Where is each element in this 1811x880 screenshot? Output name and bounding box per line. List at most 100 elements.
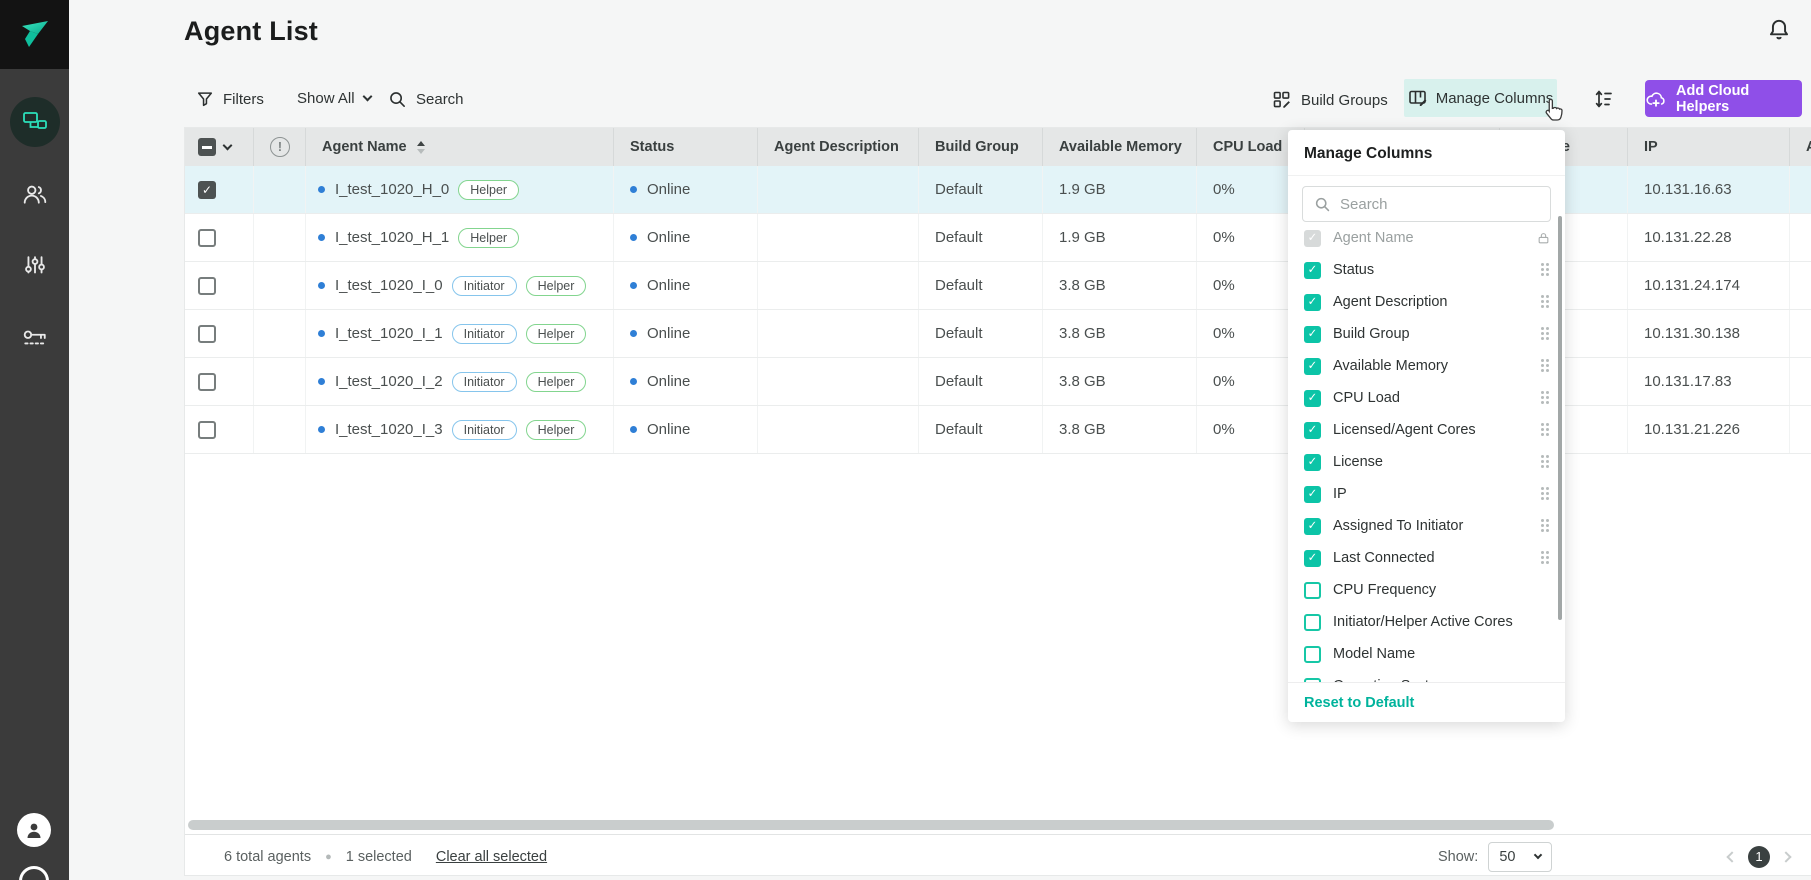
column-checkbox[interactable]: ✓ (1304, 262, 1321, 279)
column-checkbox[interactable]: ✓ (1304, 518, 1321, 535)
drag-handle-icon[interactable] (1541, 551, 1550, 565)
user-avatar[interactable] (17, 813, 51, 847)
drag-handle-icon[interactable] (1541, 519, 1550, 533)
drag-handle-icon[interactable] (1541, 423, 1550, 437)
column-toggle-item[interactable]: Model Name (1288, 638, 1565, 670)
column-checkbox[interactable]: ✓ (1304, 422, 1321, 439)
column-toggle-item[interactable]: Initiator/Helper Active Cores (1288, 606, 1565, 638)
column-toggle-item[interactable]: ✓Assigned To Initiator (1288, 510, 1565, 542)
column-checkbox[interactable] (1304, 582, 1321, 599)
column-checkbox[interactable]: ✓ (1304, 486, 1321, 503)
column-checkbox[interactable]: ✓ (1304, 454, 1321, 471)
column-checkbox[interactable]: ✓ (1304, 326, 1321, 343)
cell-ip: 10.131.24.174 (1644, 277, 1740, 294)
column-checkbox[interactable] (1304, 614, 1321, 631)
cell-cpu: 0% (1213, 373, 1235, 390)
build-groups-button[interactable]: Build Groups (1272, 90, 1388, 110)
drag-handle-icon[interactable] (1541, 359, 1550, 373)
col-header-assigned[interactable]: Assigned To Initiator (1790, 128, 1811, 166)
drag-handle-icon[interactable] (1541, 487, 1550, 501)
column-toggle-item[interactable]: ✓License (1288, 446, 1565, 478)
table-body: ✓I_test_1020_H_0HelperOnlineDefault1.9 G… (185, 166, 1811, 454)
show-all-dropdown[interactable]: Show All (297, 90, 371, 107)
table-row[interactable]: I_test_1020_I_3InitiatorHelperOnlineDefa… (185, 406, 1811, 454)
column-toggle-item[interactable]: CPU Frequency (1288, 574, 1565, 606)
cell-ip: 10.131.22.28 (1644, 229, 1732, 246)
table-row[interactable]: I_test_1020_I_2InitiatorHelperOnlineDefa… (185, 358, 1811, 406)
select-menu-chevron-icon[interactable] (223, 140, 233, 150)
sidebar-item-license[interactable] (0, 310, 69, 366)
column-checkbox[interactable]: ✓ (1304, 358, 1321, 375)
agent-table: ! Agent NameStatusAgent DescriptionBuild … (184, 127, 1811, 876)
search-button[interactable]: Search (388, 90, 464, 109)
add-cloud-helpers-button[interactable]: Add Cloud Helpers (1645, 80, 1802, 117)
column-checkbox[interactable]: ✓ (1304, 550, 1321, 567)
col-header-status[interactable]: Status (614, 128, 758, 166)
drag-handle-icon[interactable] (1541, 295, 1550, 309)
page-size-select[interactable]: 50 (1488, 842, 1552, 872)
column-checkbox[interactable] (1304, 646, 1321, 663)
sort-carets-icon[interactable] (417, 141, 425, 154)
table-row[interactable]: I_test_1020_I_1InitiatorHelperOnlineDefa… (185, 310, 1811, 358)
sort-order-button[interactable] (1592, 87, 1616, 111)
next-page-button[interactable] (1780, 851, 1791, 862)
filters-label: Filters (223, 91, 264, 108)
cell-memory: 3.8 GB (1059, 421, 1106, 438)
column-toggle-item[interactable]: ✓Agent Description (1288, 286, 1565, 318)
table-row[interactable]: I_test_1020_I_0InitiatorHelperOnlineDefa… (185, 262, 1811, 310)
drag-handle-icon[interactable] (1541, 455, 1550, 469)
column-toggle-item[interactable]: Operating System (1288, 670, 1565, 682)
manage-columns-panel: Manage Columns Search ✓Agent Name✓Status… (1288, 130, 1565, 722)
row-checkbox[interactable] (198, 229, 216, 247)
row-checkbox[interactable] (198, 373, 216, 391)
row-checkbox[interactable]: ✓ (198, 181, 216, 199)
drag-handle-icon[interactable] (1541, 391, 1550, 405)
col-header-name[interactable]: Agent Name (306, 128, 614, 166)
col-header-memory[interactable]: Available Memory (1043, 128, 1197, 166)
drag-handle-icon[interactable] (1541, 327, 1550, 341)
col-header-ip[interactable]: IP (1628, 128, 1790, 166)
show-all-label: Show All (297, 90, 355, 107)
notifications-button[interactable] (1766, 17, 1792, 43)
horizontal-scrollbar[interactable] (188, 820, 1554, 830)
sidebar-item-settings[interactable] (0, 239, 69, 295)
previous-page-button[interactable] (1726, 851, 1737, 862)
table-row[interactable]: ✓I_test_1020_H_0HelperOnlineDefault1.9 G… (185, 166, 1811, 214)
column-toggle-item[interactable]: ✓Licensed/Agent Cores (1288, 414, 1565, 446)
manage-columns-button[interactable]: Manage Columns (1404, 79, 1557, 117)
col-header-select[interactable] (185, 128, 254, 166)
column-toggle-item[interactable]: ✓IP (1288, 478, 1565, 510)
column-list: ✓Agent Name✓Status✓Agent Description✓Bui… (1288, 222, 1565, 682)
help-icon-partial[interactable] (19, 866, 49, 880)
column-toggle-item[interactable]: ✓Build Group (1288, 318, 1565, 350)
filters-button[interactable]: Filters (196, 90, 264, 108)
agent-status-dot (318, 234, 325, 241)
col-header-build_group[interactable]: Build Group (919, 128, 1043, 166)
column-checkbox[interactable]: ✓ (1304, 294, 1321, 311)
cell-build_group: Default (935, 421, 983, 438)
alert-icon: ! (270, 137, 290, 157)
column-toggle-item[interactable]: ✓Available Memory (1288, 350, 1565, 382)
initiator-badge: Initiator (452, 324, 517, 344)
column-checkbox[interactable]: ✓ (1304, 390, 1321, 407)
brand-logo-icon (17, 17, 53, 53)
agent-status-dot (318, 426, 325, 433)
drag-handle-icon[interactable] (1541, 263, 1550, 277)
col-header-description[interactable]: Agent Description (758, 128, 919, 166)
column-toggle-item[interactable]: ✓Status (1288, 254, 1565, 286)
row-checkbox[interactable] (198, 421, 216, 439)
row-checkbox[interactable] (198, 325, 216, 343)
column-toggle-item[interactable]: ✓Last Connected (1288, 542, 1565, 574)
select-all-checkbox[interactable] (198, 138, 216, 156)
sidebar-item-users[interactable] (0, 166, 69, 222)
reset-to-default-link[interactable]: Reset to Default (1288, 682, 1565, 722)
column-search-input[interactable]: Search (1302, 186, 1551, 222)
sidebar-item-agents[interactable] (0, 94, 69, 150)
panel-scrollbar[interactable] (1558, 216, 1562, 620)
cell-ip: 10.131.21.226 (1644, 421, 1740, 438)
table-row[interactable]: I_test_1020_H_1HelperOnlineDefault1.9 GB… (185, 214, 1811, 262)
current-page-badge[interactable]: 1 (1748, 846, 1770, 868)
column-toggle-item[interactable]: ✓CPU Load (1288, 382, 1565, 414)
row-checkbox[interactable] (198, 277, 216, 295)
clear-all-selected-link[interactable]: Clear all selected (436, 849, 547, 865)
